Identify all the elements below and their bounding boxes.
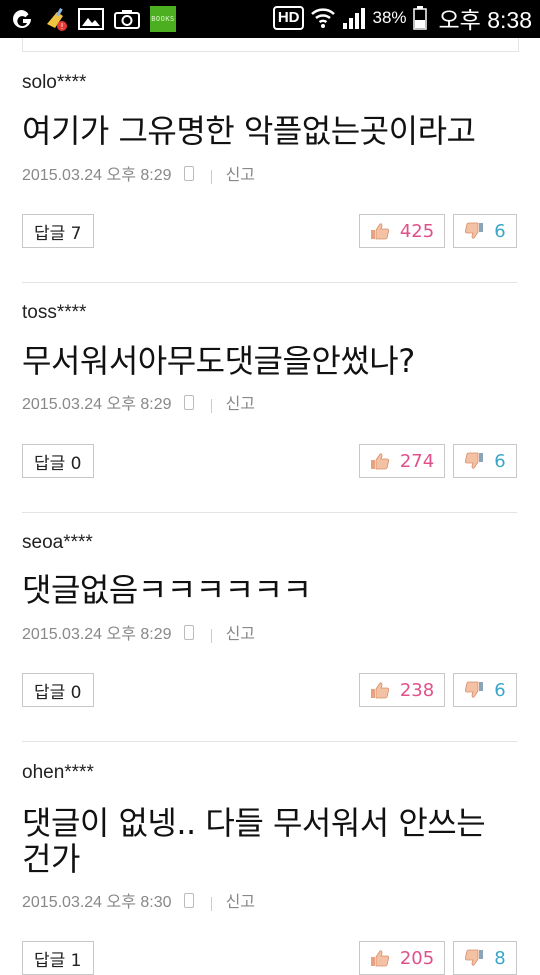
comment-meta: 2015.03.24 오후 8:29 신고 (22, 161, 255, 185)
comment-text: 댓글이 없넹.. 다들 무서워서 안쓰는 건가 (22, 804, 486, 878)
comment-divider (22, 741, 517, 742)
dislike-button[interactable]: 6 (453, 444, 517, 478)
reply-button[interactable]: 답글 0 (22, 673, 94, 707)
comment-date: 2015.03.24 오후 8:30 (22, 894, 172, 911)
mobile-icon (183, 165, 194, 181)
report-link[interactable]: 신고 (226, 620, 255, 644)
comment-username: toss**** (22, 302, 87, 323)
reply-button[interactable]: 답글 7 (22, 214, 94, 248)
thumbs-down-icon (465, 222, 484, 239)
thumbs-up-icon (370, 223, 389, 240)
like-button[interactable]: 205 (359, 941, 445, 975)
report-link[interactable]: 신고 (226, 888, 255, 912)
dislike-button[interactable]: 8 (453, 941, 517, 975)
thumbs-down-icon (465, 452, 484, 469)
comment-text: 여기가 그유명한 악플없는곳이라고 (22, 112, 476, 150)
like-count: 205 (399, 947, 435, 969)
comment-date: 2015.03.24 오후 8:29 (22, 396, 172, 413)
books-app-icon: BOOKS (150, 6, 176, 32)
comment-username: seoa**** (22, 532, 93, 553)
dislike-count: 6 (494, 450, 506, 472)
reply-button[interactable]: 답글 0 (22, 444, 94, 478)
svg-text:!: ! (60, 22, 63, 31)
dislike-count: 6 (494, 220, 506, 242)
like-button[interactable]: 238 (359, 673, 445, 707)
reply-button[interactable]: 답글 1 (22, 941, 94, 975)
wifi-icon (311, 8, 336, 28)
mobile-icon (183, 394, 194, 410)
thumbs-down-icon (465, 949, 484, 966)
comment-text: 댓글없음ㅋㅋㅋㅋㅋㅋ (22, 571, 312, 609)
camera-icon (114, 10, 140, 29)
dislike-count: 6 (494, 679, 506, 701)
hd-voice-icon: HD (272, 6, 305, 30)
dislike-button[interactable]: 6 (453, 214, 517, 248)
thumbs-up-icon (370, 453, 389, 470)
report-link[interactable]: 신고 (226, 390, 255, 414)
g-logo-icon (13, 10, 31, 28)
comment-divider (22, 512, 517, 513)
like-button[interactable]: 274 (359, 444, 445, 478)
thumbs-down-icon (465, 681, 484, 698)
comment-meta: 2015.03.24 오후 8:29 신고 (22, 620, 255, 644)
top-card-edge (22, 38, 519, 52)
comment-date: 2015.03.24 오후 8:29 (22, 167, 172, 184)
comment-username: solo**** (22, 72, 87, 93)
like-button[interactable]: 425 (359, 214, 445, 248)
mobile-icon (183, 892, 194, 908)
meta-separator (210, 170, 212, 184)
report-link[interactable]: 신고 (226, 161, 255, 185)
clock: 오후 8:38 (438, 7, 532, 33)
meta-separator (210, 629, 212, 643)
cleaner-notification-icon: ! (47, 8, 67, 31)
like-count: 238 (399, 679, 435, 701)
battery-icon (412, 6, 427, 30)
battery-percent: 38% (372, 8, 407, 27)
dislike-button[interactable]: 6 (453, 673, 517, 707)
dislike-count: 8 (494, 947, 506, 969)
like-count: 425 (399, 220, 435, 242)
like-count: 274 (399, 450, 435, 472)
meta-separator (210, 399, 212, 413)
comment-username: ohen**** (22, 762, 94, 783)
status-bar: ! BOOKS HD 38% 오후 8:38 (0, 0, 540, 38)
comment-text: 무서워서아무도댓글을안썼나? (22, 342, 415, 380)
signal-icon (343, 8, 366, 29)
comment-divider (22, 282, 517, 283)
comment-date: 2015.03.24 오후 8:29 (22, 626, 172, 643)
gallery-icon (78, 8, 104, 30)
thumbs-up-icon (370, 682, 389, 699)
meta-separator (210, 897, 212, 911)
comment-meta: 2015.03.24 오후 8:29 신고 (22, 390, 255, 414)
mobile-icon (183, 624, 194, 640)
thumbs-up-icon (370, 950, 389, 967)
comment-meta: 2015.03.24 오후 8:30 신고 (22, 888, 255, 912)
